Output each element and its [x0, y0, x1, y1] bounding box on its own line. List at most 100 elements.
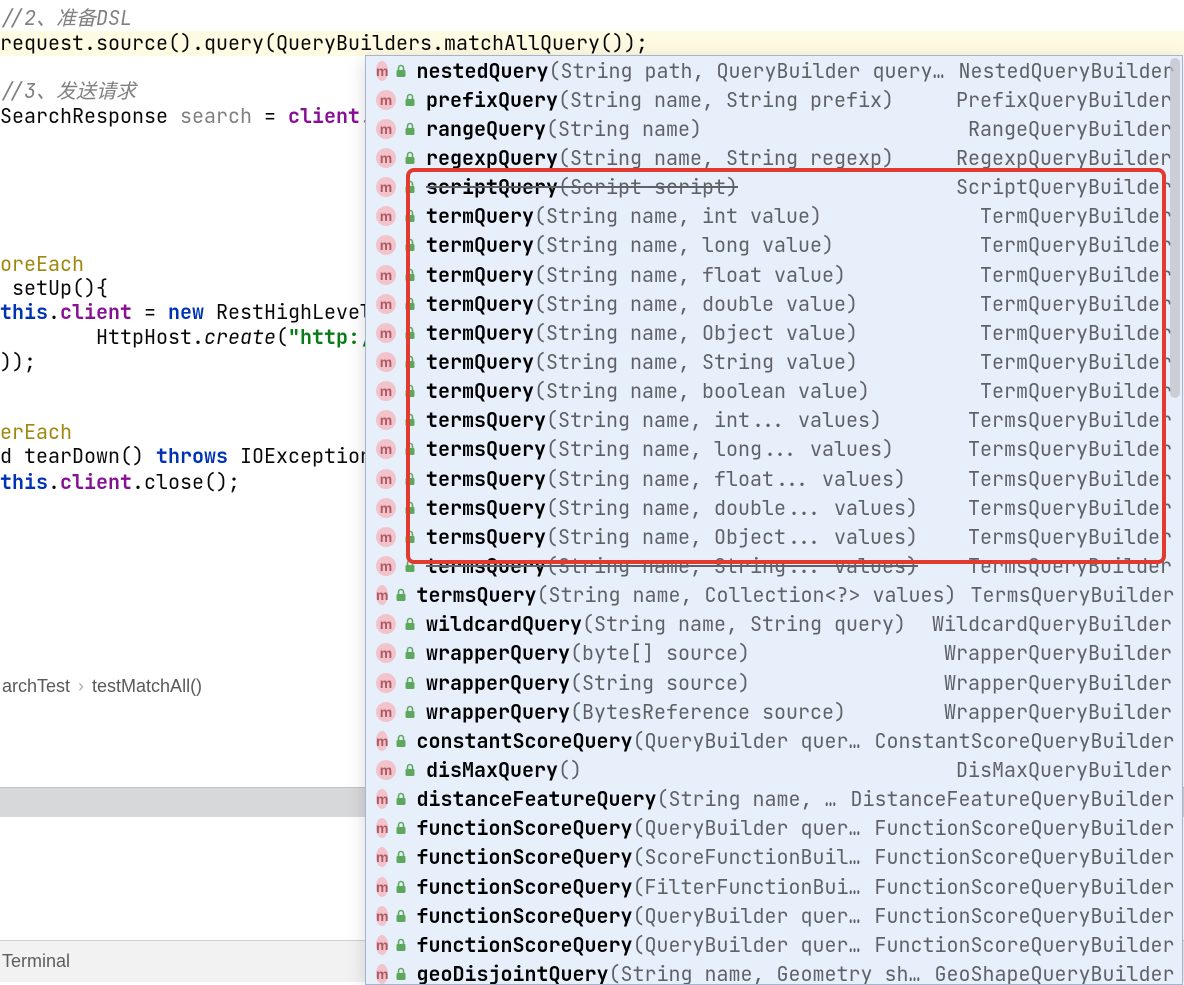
breadcrumb-class[interactable]: archTest	[2, 676, 70, 697]
method-icon: m	[376, 789, 388, 809]
method-icon: m	[376, 643, 396, 663]
autocomplete-return-type: TermsQueryBuilder	[954, 407, 1172, 433]
autocomplete-item[interactable]: mtermQuery(String name, Object value)Ter…	[366, 318, 1182, 347]
autocomplete-item[interactable]: m functionScoreQuery(QueryBuilder quer…Fu…	[366, 930, 1182, 959]
method-icon: m	[376, 148, 396, 168]
autocomplete-item[interactable]: mprefixQuery(String name, String prefix)…	[366, 85, 1182, 114]
autocomplete-item[interactable]: mwrapperQuery(String source)WrapperQuery…	[366, 668, 1182, 697]
lock-icon	[394, 733, 408, 749]
autocomplete-item[interactable]: mwildcardQuery(String name, String query…	[366, 610, 1182, 639]
autocomplete-item[interactable]: mconstantScoreQuery(QueryBuilder quer…Co…	[366, 726, 1182, 755]
lock-icon	[402, 150, 418, 166]
autocomplete-item[interactable]: mtermQuery(String name, double value)Ter…	[366, 289, 1182, 318]
autocomplete-item[interactable]: mfunctionScoreQuery(ScoreFunctionBuil…Fu…	[366, 843, 1182, 872]
autocomplete-item[interactable]: mtermsQuery(String name, String... value…	[366, 551, 1182, 580]
autocomplete-item[interactable]: mwrapperQuery(BytesReference source)Wrap…	[366, 697, 1182, 726]
autocomplete-item[interactable]: mtermQuery(String name, long value)TermQ…	[366, 231, 1182, 260]
lock-icon	[394, 879, 408, 895]
autocomplete-return-type: DisMaxQueryBuilder	[942, 757, 1172, 783]
autocomplete-return-type: PrefixQueryBuilder	[942, 87, 1172, 113]
autocomplete-signature: disMaxQuery()	[426, 757, 582, 783]
autocomplete-item[interactable]: mtermsQuery(String name, float... values…	[366, 464, 1182, 493]
autocomplete-item[interactable]: mtermsQuery(String name, Object... value…	[366, 522, 1182, 551]
autocomplete-item[interactable]: mtermsQuery(String name, Collection<?> v…	[366, 581, 1182, 610]
autocomplete-signature: wrapperQuery(byte[] source)	[426, 640, 750, 666]
autocomplete-item[interactable]: mtermsQuery(String name, double... value…	[366, 493, 1182, 522]
autocomplete-item[interactable]: mtermQuery(String name, float value)Term…	[366, 260, 1182, 289]
method-icon: m	[376, 323, 396, 343]
autocomplete-return-type: ScriptQueryBuilder	[942, 174, 1172, 200]
autocomplete-item[interactable]: m scriptQuery(Script script) ScriptQueryBu…	[366, 173, 1182, 202]
lock-icon	[402, 179, 418, 195]
autocomplete-signature: wrapperQuery(String source)	[426, 670, 750, 696]
lock-icon	[402, 675, 418, 691]
method-icon: m	[376, 935, 388, 955]
autocomplete-signature: termsQuery(String name, Object... values…	[426, 524, 918, 550]
autocomplete-item[interactable]: mdisMaxQuery()DisMaxQueryBuilder	[366, 755, 1182, 784]
autocomplete-return-type: FunctionScoreQueryBuilder	[860, 844, 1174, 870]
method-icon: m	[376, 381, 396, 401]
autocomplete-return-type: TermsQueryBuilder	[954, 495, 1172, 521]
autocomplete-signature: rangeQuery(String name)	[426, 116, 702, 142]
autocomplete-signature: scriptQuery(Script script)	[426, 174, 738, 200]
autocomplete-return-type: WildcardQueryBuilder	[918, 611, 1172, 637]
method-icon: m	[376, 877, 388, 897]
breadcrumb[interactable]: archTest › testMatchAll()	[0, 672, 202, 700]
autocomplete-item[interactable]: mfunctionScoreQuery(QueryBuilder quer…Fu…	[366, 814, 1182, 843]
autocomplete-item[interactable]: mdistanceFeatureQuery(String name, …Dist…	[366, 785, 1182, 814]
lock-icon	[394, 937, 408, 953]
autocomplete-signature: nestedQuery(String path, QueryBuilder qu…	[416, 58, 944, 84]
autocomplete-return-type: TermQueryBuilder	[966, 349, 1172, 375]
autocomplete-return-type: DistanceFeatureQueryBuilder	[836, 786, 1174, 812]
lock-icon	[394, 849, 408, 865]
autocomplete-signature: termsQuery(String name, int... values)	[426, 407, 882, 433]
comment-line: //2、准备DSL	[0, 5, 132, 31]
method-icon: m	[376, 410, 396, 430]
lock-icon	[402, 616, 418, 632]
method-icon: m	[376, 206, 396, 226]
autocomplete-signature: termQuery(String name, String value)	[426, 349, 858, 375]
method-icon: m	[376, 614, 396, 634]
autocomplete-return-type: TermsQueryBuilder	[956, 582, 1174, 608]
autocomplete-return-type: TermsQueryBuilder	[954, 524, 1172, 550]
autocomplete-item[interactable]: mfunctionScoreQuery(FilterFunctionBui…Fu…	[366, 872, 1182, 901]
autocomplete-popup[interactable]: m nestedQuery(String path, QueryBuilder q…	[365, 55, 1183, 985]
autocomplete-item[interactable]: mtermQuery(String name, boolean value)Te…	[366, 377, 1182, 406]
autocomplete-item[interactable]: mnestedQuery(String path, QueryBuilder q…	[366, 56, 1182, 85]
lock-icon	[402, 471, 418, 487]
autocomplete-signature: functionScoreQuery(QueryBuilder quer…	[416, 903, 860, 929]
autocomplete-return-type: TermsQueryBuilder	[954, 466, 1172, 492]
autocomplete-return-type: WrapperQueryBuilder	[930, 640, 1172, 666]
lock-icon	[402, 121, 418, 137]
method-icon: m	[376, 265, 396, 285]
breadcrumb-method[interactable]: testMatchAll()	[92, 676, 202, 697]
autocomplete-return-type: TermQueryBuilder	[966, 291, 1172, 317]
autocomplete-item[interactable]: m wrapperQuery(byte[] source) WrapperQuery…	[366, 639, 1182, 668]
lock-icon	[394, 966, 408, 982]
lock-icon	[402, 645, 418, 661]
chevron-right-icon: ›	[78, 676, 84, 697]
autocomplete-signature: termQuery(String name, Object value)	[426, 320, 858, 346]
method-icon: m	[376, 235, 396, 255]
lock-icon	[402, 704, 418, 720]
autocomplete-item[interactable]: mregexpQuery(String name, String regexp)…	[366, 143, 1182, 172]
autocomplete-item[interactable]: mtermQuery(String name, String value)Ter…	[366, 347, 1182, 376]
autocomplete-item[interactable]: mtermQuery(String name, int value)TermQu…	[366, 202, 1182, 231]
autocomplete-item[interactable]: mrangeQuery(String name)RangeQueryBuilde…	[366, 114, 1182, 143]
autocomplete-signature: functionScoreQuery(QueryBuilder quer…	[416, 815, 860, 841]
autocomplete-signature: termsQuery(String name, long... values)	[426, 436, 894, 462]
autocomplete-signature: functionScoreQuery(QueryBuilder quer…	[416, 932, 860, 958]
method-icon: m	[376, 119, 396, 139]
lock-icon	[402, 92, 418, 108]
method-icon: m	[376, 177, 396, 197]
method-icon: m	[376, 847, 388, 867]
autocomplete-item[interactable]: mtermsQuery(String name, long... values)…	[366, 435, 1182, 464]
autocomplete-item[interactable]: m termsQuery(String name, int... values) T…	[366, 406, 1182, 435]
autocomplete-signature: prefixQuery(String name, String prefix)	[426, 87, 894, 113]
scrollbar-thumb[interactable]	[1170, 58, 1180, 398]
method-icon: m	[376, 964, 388, 984]
autocomplete-signature: termQuery(String name, int value)	[426, 203, 822, 229]
autocomplete-return-type: FunctionScoreQueryBuilder	[860, 932, 1174, 958]
autocomplete-item[interactable]: mfunctionScoreQuery(QueryBuilder quer…Fu…	[366, 901, 1182, 930]
autocomplete-item[interactable]: mgeoDisjointQuery(String name, Geometry …	[366, 959, 1182, 985]
